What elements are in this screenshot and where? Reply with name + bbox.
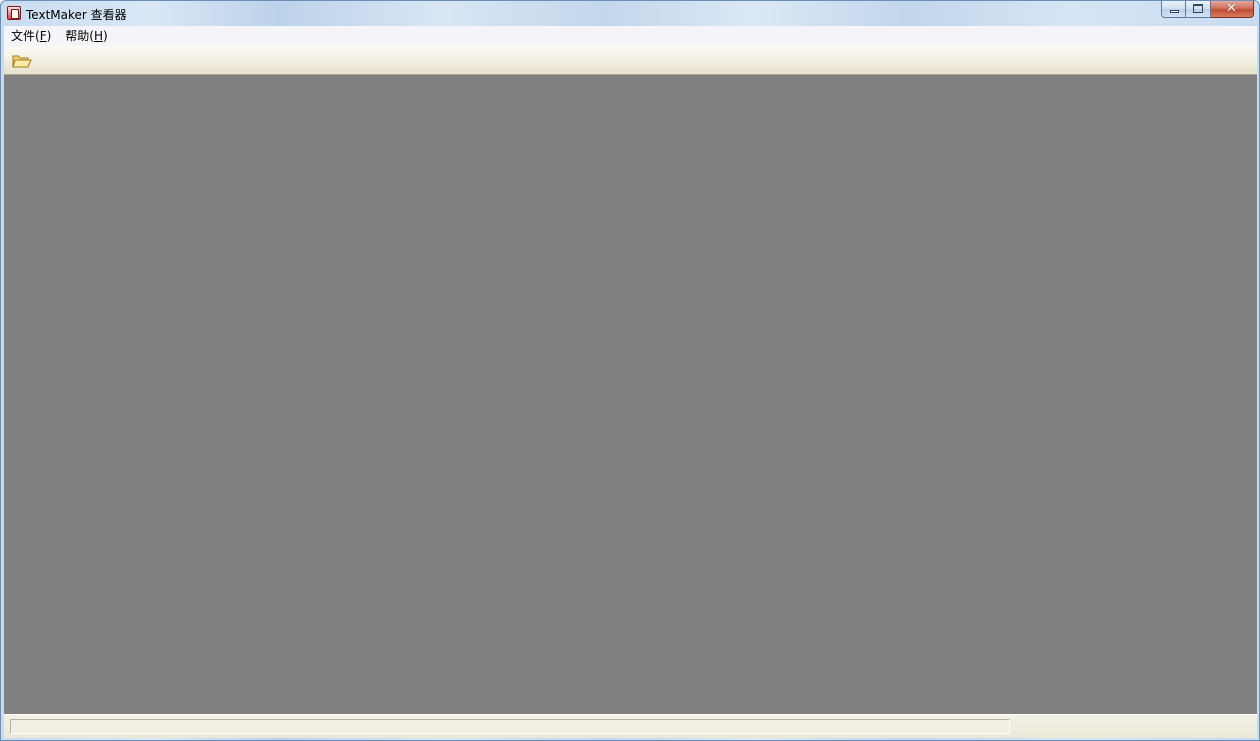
menu-file-suffix: ): [46, 29, 52, 43]
menu-help-label: 帮助(: [65, 29, 94, 43]
menu-help-mnemonic: H: [93, 29, 103, 43]
window-title: TextMaker 查看器: [26, 8, 127, 22]
textmaker-app-icon[interactable]: [7, 6, 21, 20]
title-bar[interactable]: TextMaker 查看器 ✕: [1, 1, 1259, 26]
menu-bar: 文件(F) 帮助(H): [4, 26, 1257, 46]
minimize-icon: [1170, 10, 1179, 13]
client-area: 文件(F) 帮助(H): [4, 26, 1257, 738]
toolbar: [4, 46, 1257, 75]
app-window: TextMaker 查看器 ✕ 文件(F) 帮助(H): [0, 0, 1260, 741]
status-pane-main: [10, 719, 1010, 734]
close-button[interactable]: ✕: [1211, 1, 1254, 18]
menu-help[interactable]: 帮助(H): [58, 26, 114, 46]
maximize-button[interactable]: [1186, 1, 1211, 18]
menu-file-mnemonic: F: [39, 29, 47, 43]
status-bar: [4, 714, 1257, 738]
menu-file[interactable]: 文件(F): [4, 26, 58, 46]
open-folder-icon: [12, 55, 32, 68]
menu-file-label: 文件(: [11, 29, 40, 43]
maximize-icon: [1193, 4, 1203, 13]
minimize-button[interactable]: [1161, 1, 1186, 18]
open-button[interactable]: [10, 51, 34, 71]
caption-buttons: ✕: [1161, 1, 1254, 20]
menu-help-suffix: ): [103, 29, 108, 43]
document-workspace[interactable]: [4, 75, 1257, 714]
close-icon: ✕: [1226, 1, 1237, 16]
status-pane-right: [1012, 719, 1252, 734]
